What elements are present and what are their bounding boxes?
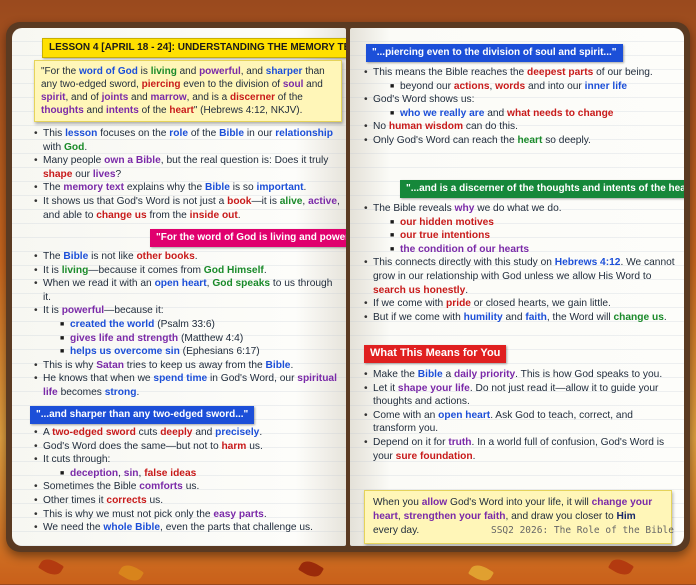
list-item: He knows that when we spend time in God'… (34, 372, 340, 399)
list-item: God's Word does the same—but not to harm… (34, 440, 340, 454)
list-item: God's Word shows us: (364, 93, 676, 107)
section-tag-living: "For the word of God is living and power… (150, 229, 346, 247)
list-item: Many people own a Bible, but the real qu… (34, 154, 340, 181)
left-page: LESSON 4 [APRIL 18 - 24]: UNDERSTANDING … (12, 28, 346, 546)
list-item: This lesson focuses on the role of the B… (34, 127, 340, 154)
list-item: Depend on it for truth. In a world full … (364, 436, 676, 463)
list-item: Come with an open heart. Ask God to teac… (364, 409, 676, 436)
list-item: our hidden motives (364, 216, 676, 230)
leaf-decoration (117, 561, 145, 585)
list-item: The memory text explains why the Bible i… (34, 181, 340, 195)
section-tag-piercing: "...piercing even to the division of sou… (366, 44, 623, 62)
leaf-decoration (37, 555, 65, 579)
list-item: helps us overcome sin (Ephesians 6:17) (34, 345, 340, 359)
discerner-list: The Bible reveals why we do what we do. … (364, 202, 676, 324)
list-item: The Bible reveals why we do what we do. (364, 202, 676, 216)
list-item: Only God's Word can reach the heart so d… (364, 134, 676, 148)
intro-list: This lesson focuses on the role of the B… (34, 127, 340, 222)
section-tag-discerner: "...and is a discerner of the thoughts a… (400, 180, 684, 198)
list-item: Other times it corrects us. (34, 494, 340, 508)
leaf-decoration (297, 557, 325, 581)
sword-list: A two-edged sword cuts deeply and precis… (34, 426, 340, 535)
section-tag-meaning: What This Means for You (364, 345, 507, 363)
list-item: who we really are and what needs to chan… (364, 107, 676, 121)
list-item: A two-edged sword cuts deeply and precis… (34, 426, 340, 440)
list-item: When we read it with an open heart, God … (34, 277, 340, 304)
list-item: If we come with pride or closed hearts, … (364, 297, 676, 311)
memory-verse-note: "For the word of God is living and power… (34, 60, 342, 122)
list-item: It cuts through: (34, 453, 340, 467)
list-item: We need the whole Bible, even the parts … (34, 521, 340, 535)
list-item: the condition of our hearts (364, 243, 676, 257)
list-item: This means the Bible reaches the deepest… (364, 66, 676, 80)
list-item: beyond our actions, words and into our i… (364, 80, 676, 94)
list-item: created the world (Psalm 33:6) (34, 318, 340, 332)
meaning-list: Make the Bible a daily priority. This is… (364, 368, 676, 463)
right-page: "...piercing even to the division of sou… (350, 28, 684, 546)
list-item: The Bible is not like other books. (34, 250, 340, 264)
leaf-decoration (467, 561, 495, 585)
page-footer: SSQ2 2026: The Role of the Bible (490, 525, 674, 537)
list-item: This is why we must not pick only the ea… (34, 508, 340, 522)
list-item: No human wisdom can do this. (364, 120, 676, 134)
list-item: deception, sin, false ideas (34, 467, 340, 481)
lesson-title: LESSON 4 [APRIL 18 - 24]: UNDERSTANDING … (42, 38, 346, 58)
list-item: our true intentions (364, 229, 676, 243)
list-item: gives life and strength (Matthew 4:4) (34, 332, 340, 346)
lesson-title-text: LESSON 4 [APRIL 18 - 24]: UNDERSTANDING … (49, 42, 346, 53)
section-tag-sword: "...and sharper than any two-edged sword… (30, 406, 255, 424)
list-item: Let it shape your life. Do not just read… (364, 382, 676, 409)
notebook: LESSON 4 [APRIL 18 - 24]: UNDERSTANDING … (6, 22, 690, 552)
list-item: It is living—because it comes from God H… (34, 264, 340, 278)
list-item: Make the Bible a daily priority. This is… (364, 368, 676, 382)
piercing-list: This means the Bible reaches the deepest… (364, 66, 676, 148)
list-item: But if we come with humility and faith, … (364, 311, 676, 325)
list-item: This is why Satan tries to keep us away … (34, 359, 340, 373)
list-item: Sometimes the Bible comforts us. (34, 480, 340, 494)
list-item: It is powerful—because it: (34, 304, 340, 318)
list-item: It shows us that God's Word is not just … (34, 195, 340, 222)
living-list: The Bible is not like other books. It is… (34, 250, 340, 400)
list-item: This connects directly with this study o… (364, 256, 676, 297)
leaf-decoration (607, 555, 635, 579)
